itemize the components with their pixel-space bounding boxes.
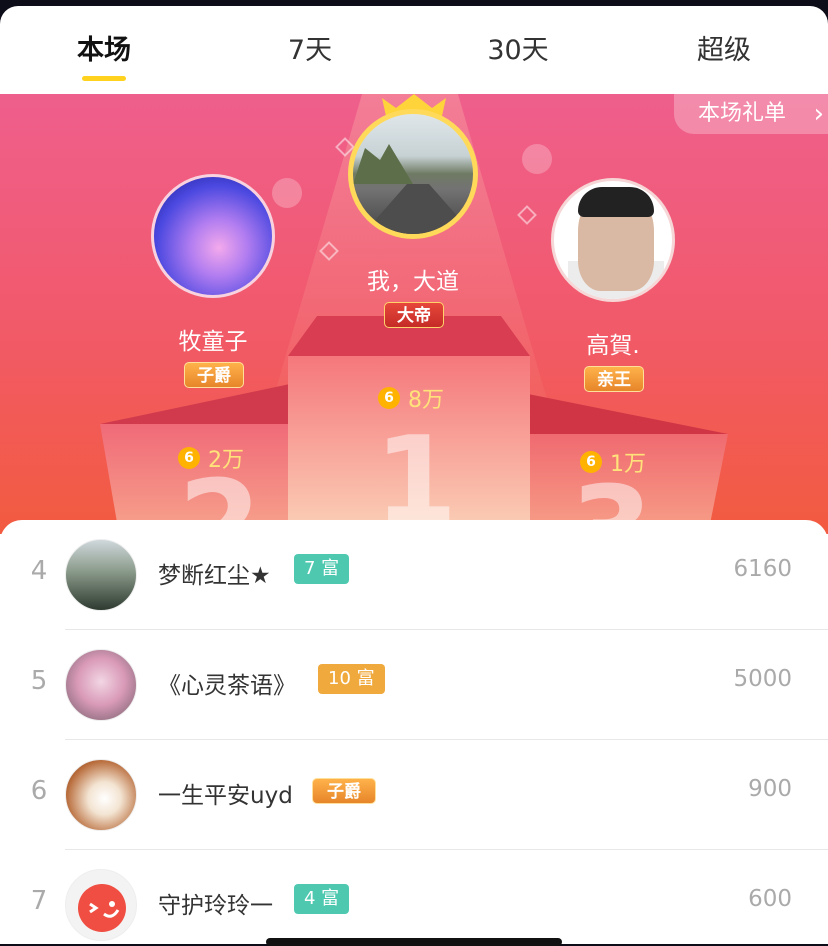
wink-face-icon (78, 884, 126, 932)
second-place-title-badge: 子爵 (184, 362, 244, 388)
third-place-avatar[interactable] (551, 178, 675, 302)
decor-diamond (517, 205, 537, 225)
podium-rank-1: 1 (374, 412, 458, 534)
gift-list-label: 本场礼单 (698, 101, 787, 126)
third-place-name: 高賀. (586, 333, 640, 359)
first-place-name: 我，大道 (367, 269, 459, 295)
list-item[interactable]: 4 梦断红尘★ 7 富 6160 (0, 520, 828, 630)
avatar[interactable] (65, 649, 137, 721)
score: 600 (748, 886, 792, 912)
coin-icon: 6 (178, 447, 200, 469)
user-name: 《心灵茶语》 (158, 673, 296, 699)
decor-bubble (272, 178, 302, 208)
list-item[interactable]: 7 守护玲玲一 4 富 600 (0, 850, 828, 944)
decor-bubble (522, 144, 552, 174)
coin-icon: 6 (378, 387, 400, 409)
score: 900 (748, 776, 792, 802)
rank-number: 5 (30, 666, 48, 696)
score: 5000 (733, 666, 792, 692)
list-item[interactable]: 6 一生平安uyd 子爵 900 (0, 740, 828, 850)
avatar[interactable] (65, 539, 137, 611)
home-indicator (266, 938, 562, 946)
rank-number: 6 (30, 776, 48, 806)
gift-list-button[interactable]: 本场礼单 › (674, 94, 828, 134)
user-name: 一生平安uyd (158, 783, 293, 809)
tab-super[interactable]: 超级 (654, 28, 794, 67)
first-place-amount: 8万 (408, 388, 444, 413)
second-place-avatar[interactable] (151, 174, 275, 298)
wealth-level-badge: 7 富 (294, 554, 350, 584)
second-place-name: 牧童子 (178, 329, 248, 355)
tab-bar: 本场 7天 30天 超级 (0, 6, 828, 94)
chevron-right-icon: › (813, 99, 824, 129)
first-place-title-badge: 大帝 (384, 302, 444, 328)
rank-number: 4 (30, 556, 48, 586)
podium-section: 本场礼单 › 2 1 3 我，大道 大帝 6 8万 牧童子 子爵 6 2万 高賀… (0, 94, 828, 534)
avatar[interactable] (65, 759, 137, 831)
ranking-list: 4 梦断红尘★ 7 富 6160 5 《心灵茶语》 10 富 5000 6 一生… (0, 520, 828, 944)
third-place-value: 6 1万 (580, 446, 646, 478)
wealth-level-badge: 10 富 (318, 664, 385, 694)
third-place-amount: 1万 (610, 452, 646, 477)
coin-icon: 6 (580, 451, 602, 473)
podium-third-top (528, 394, 728, 434)
user-name: 梦断红尘★ (158, 563, 271, 589)
second-place-amount: 2万 (208, 448, 244, 473)
avatar[interactable] (65, 869, 137, 941)
first-place-value: 6 8万 (378, 382, 444, 414)
active-tab-indicator (82, 76, 126, 81)
title-badge: 子爵 (312, 778, 376, 804)
score: 6160 (733, 556, 792, 582)
tab-30-days[interactable]: 30天 (448, 28, 588, 67)
rank-number: 7 (30, 886, 48, 916)
user-name: 守护玲玲一 (158, 893, 273, 919)
podium-second-top (100, 384, 290, 424)
tab-7-days[interactable]: 7天 (240, 28, 380, 67)
tab-this-session[interactable]: 本场 (34, 28, 174, 67)
wealth-level-badge: 4 富 (294, 884, 350, 914)
list-item[interactable]: 5 《心灵茶语》 10 富 5000 (0, 630, 828, 740)
third-place-title-badge: 亲王 (584, 366, 644, 392)
second-place-value: 6 2万 (178, 442, 244, 474)
ranking-sheet: 本场 7天 30天 超级 本场礼单 › 2 1 3 我，大道 大帝 6 8万 牧… (0, 6, 828, 944)
first-place-avatar[interactable] (348, 109, 478, 239)
